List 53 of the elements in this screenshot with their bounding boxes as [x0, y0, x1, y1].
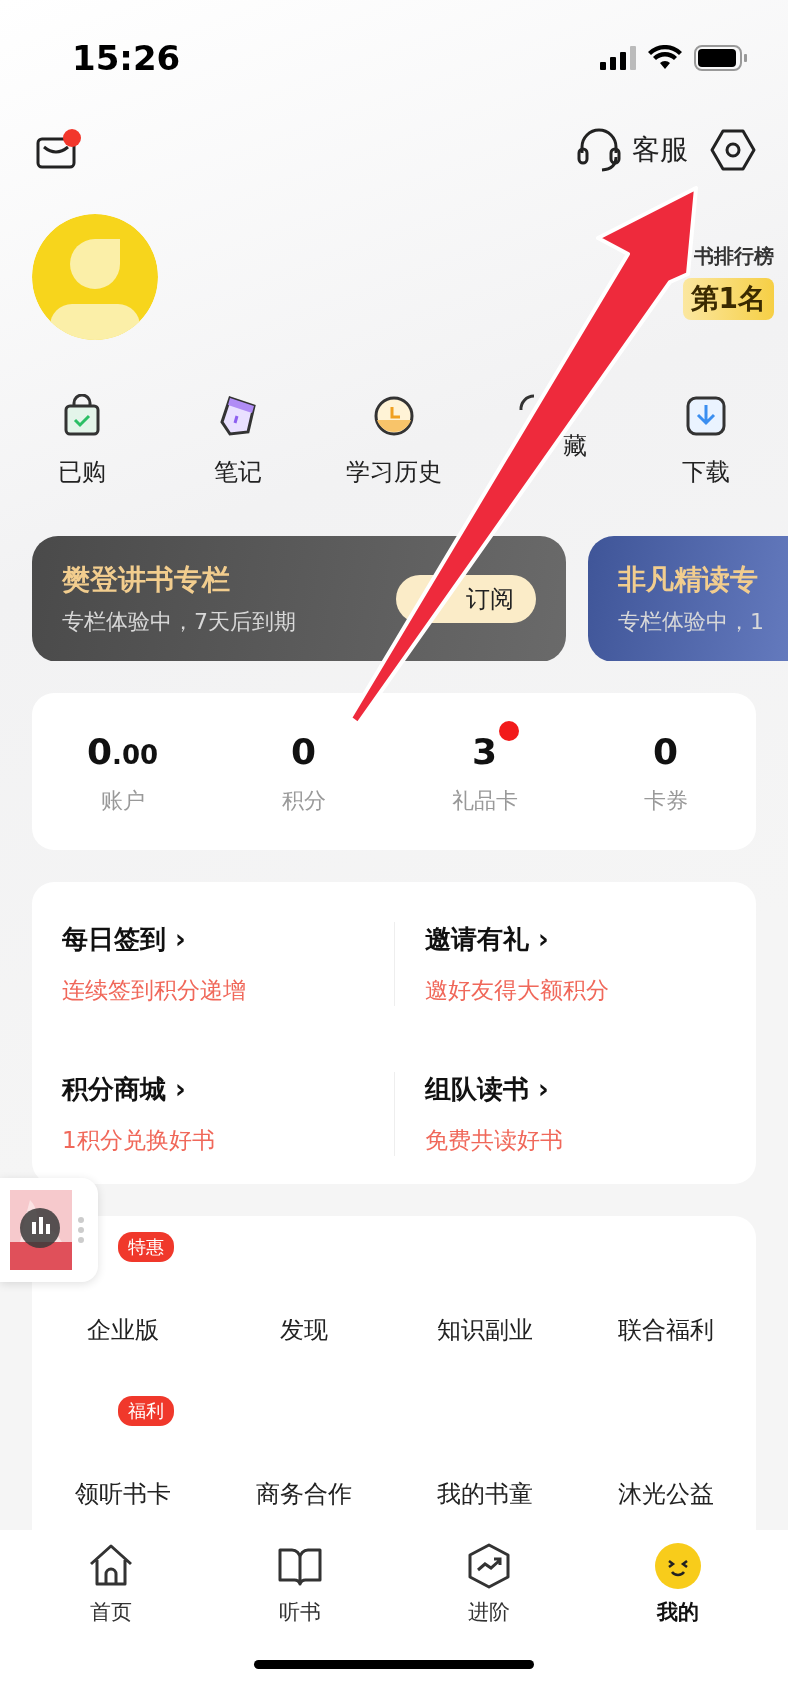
more-dots-icon [78, 1217, 84, 1243]
tab-label[interactable]: 首页 [89, 1598, 132, 1626]
column-subtitle: 专栏体验中，1 [618, 608, 764, 637]
ranking-title: 书排行榜 [694, 243, 774, 271]
customer-service-link[interactable]: 客服 [632, 131, 688, 170]
promo-badge: 福利 [118, 1396, 174, 1426]
tab-label[interactable]: 我的 [656, 1598, 699, 1626]
mini-player[interactable] [0, 1178, 98, 1282]
stat-label: 积分 [281, 787, 326, 815]
status-time: 15:26 [72, 38, 181, 79]
rank-ribbon[interactable]: 第1名 [682, 278, 774, 321]
collection-icon [519, 393, 535, 412]
column-card[interactable]: 非凡精读专 专栏体验中，1 [588, 536, 788, 661]
column-title: 樊登讲书专栏 [62, 562, 231, 599]
service-label[interactable]: 领听书卡 [74, 1478, 171, 1510]
task-subtitle: 1积分兑换好书 [62, 1126, 216, 1155]
tab-label[interactable]: 听书 [278, 1598, 321, 1626]
settings-icon[interactable] [710, 127, 756, 174]
task-title[interactable]: 邀请有礼 › [425, 922, 726, 957]
column-title: 非凡精读专 [618, 562, 759, 599]
service-label[interactable]: 我的书童 [436, 1478, 533, 1510]
promo-badge: 特惠 [118, 1232, 174, 1262]
task-title[interactable]: 积分商城 › [62, 1072, 394, 1107]
service-label[interactable]: 联合福利 [617, 1314, 714, 1346]
shortcut-label[interactable]: 笔记 [214, 455, 262, 488]
shortcut-label[interactable]: 已购 [58, 455, 106, 488]
task-subtitle: 邀好友得大额积分 [425, 976, 610, 1005]
task-title[interactable]: 组队读书 › [425, 1072, 726, 1107]
service-label[interactable]: 发现 [279, 1314, 328, 1346]
shortcut-label[interactable]: 藏 [563, 429, 587, 462]
stat-label: 卡券 [643, 787, 688, 815]
service-label[interactable]: 商务合作 [255, 1478, 352, 1510]
task-subtitle: 连续签到积分递增 [62, 976, 247, 1005]
stat-value[interactable]: 3 [471, 731, 498, 772]
headset-icon [576, 127, 622, 174]
stat-value[interactable]: 0.00 [86, 731, 159, 772]
shortcut-label[interactable]: 下载 [682, 455, 730, 488]
mail-icon[interactable] [36, 129, 82, 172]
service-label[interactable]: 知识副业 [436, 1314, 533, 1346]
stat-value[interactable]: 0 [652, 731, 679, 772]
stat-label: 账户 [100, 787, 145, 815]
service-label[interactable]: 企业版 [86, 1314, 159, 1346]
shortcut-label[interactable]: 学习历史 [346, 455, 442, 488]
column-card[interactable]: 樊登讲书专栏 专栏体验中，7天后到期 订阅 [32, 536, 566, 661]
column-subtitle: 专栏体验中，7天后到期 [62, 608, 296, 637]
task-subtitle: 免费共读好书 [425, 1126, 564, 1155]
stat-value[interactable]: 0 [290, 731, 317, 772]
task-title[interactable]: 每日签到 › [62, 922, 394, 957]
service-label[interactable]: 沐光公益 [617, 1478, 714, 1510]
battery-icon [694, 45, 748, 72]
signal-icon [600, 46, 636, 71]
tab-label[interactable]: 进阶 [467, 1598, 510, 1626]
stat-label: 礼品卡 [451, 787, 518, 815]
